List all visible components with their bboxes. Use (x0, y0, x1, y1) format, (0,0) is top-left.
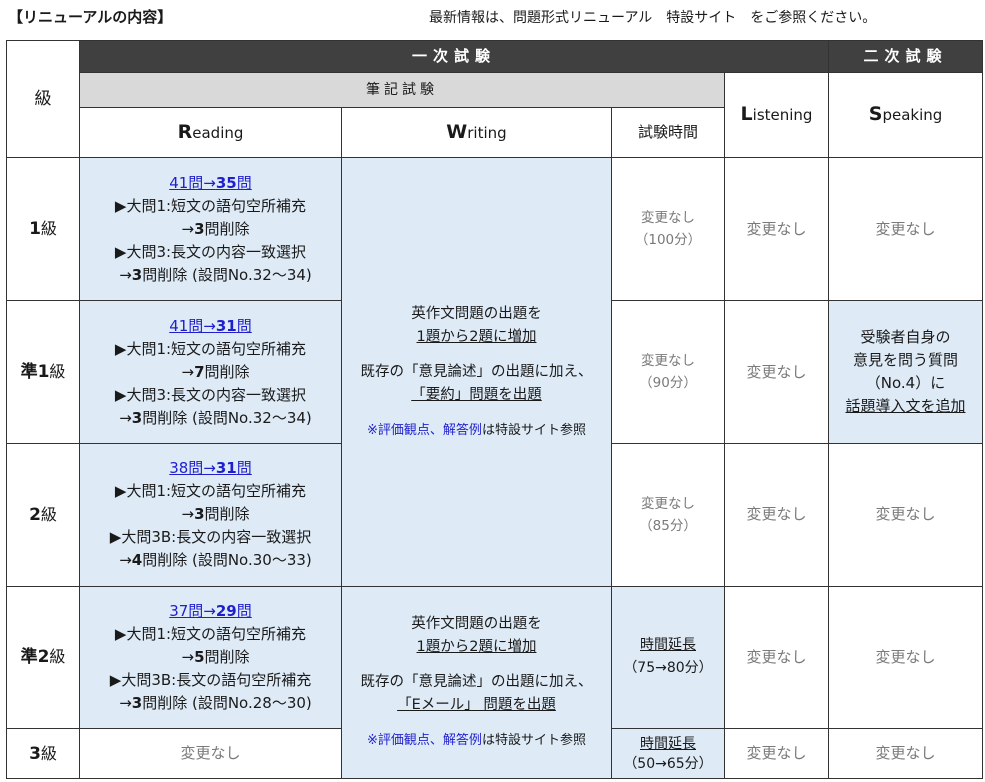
question-count-link[interactable]: 41問→35問 (80, 172, 341, 195)
grade-cell: 準2級 (6, 585, 80, 730)
first-exam-header: 一次試験 (78, 39, 830, 74)
listening-cell: 変更なし (723, 585, 830, 730)
exam-time-cell: 時間延長 （50→65分） (611, 728, 725, 779)
section-title: 【リニューアルの内容】 (8, 8, 173, 26)
writing-header: Writing (341, 106, 612, 159)
header-note: 最新情報は、問題形式リニューアル 特設サイト をご参照ください。 (429, 10, 877, 26)
reading-cell: 41問→35問 ▶大問1:短文の語句空所補充 →3問削除 ▶大問3:長文の内容一… (79, 157, 342, 302)
speaking-cell: 変更なし (828, 442, 984, 587)
page: 【リニューアルの内容】 最新情報は、問題形式リニューアル 特設サイト をご参照く… (0, 0, 985, 782)
exam-time-header: 試験時間 (611, 106, 725, 159)
renewal-table: 級 一次試験 二次試験 筆記試験 Listening Speaking Read… (6, 39, 984, 780)
exam-time-cell: 変更なし （100分） (611, 157, 725, 302)
exam-time-cell: 変更なし （90分） (611, 300, 725, 444)
question-count-link[interactable]: 41問→31問 (80, 315, 341, 338)
table-row: 準2級 37問→29問 ▶大問1:短文の語句空所補充 →5問削除 ▶大問3B:長… (6, 585, 984, 780)
speaking-header: Speaking (828, 72, 984, 159)
header-row-2: 筆記試験 Listening Speaking (7, 72, 984, 159)
writing-cell-upper: 英作文問題の出題を 1題から2題に増加 既存の「意見論述」の出題に加え、 「要約… (341, 157, 612, 587)
written-exam-header: 筆記試験 (79, 72, 725, 108)
exam-time-cell: 変更なし （85分） (611, 442, 725, 587)
table-row: 1級 41問→35問 ▶大問1:短文の語句空所補充 →3問削除 ▶大問3:長文の… (6, 157, 984, 587)
reading-cell: 41問→31問 ▶大問1:短文の語句空所補充 →7問削除 ▶大問3:長文の内容一… (79, 300, 342, 444)
speaking-cell: 変更なし (828, 157, 984, 302)
reading-cell: 37問→29問 ▶大問1:短文の語句空所補充 →5問削除 ▶大問3B:長文の語句… (79, 585, 342, 730)
question-count-link[interactable]: 38問→31問 (80, 457, 341, 480)
listening-header: Listening (723, 72, 830, 159)
reading-cell: 38問→31問 ▶大問1:短文の語句空所補充 →3問削除 ▶大問3B:長文の内容… (79, 442, 342, 587)
grade-cell: 準1級 (6, 300, 80, 444)
speaking-cell: 変更なし (828, 585, 984, 730)
listening-cell: 変更なし (723, 157, 830, 302)
listening-cell: 変更なし (723, 300, 830, 444)
grade-cell: 3級 (6, 728, 80, 779)
listening-cell: 変更なし (723, 442, 830, 587)
grade-cell: 2級 (6, 442, 80, 587)
speaking-cell: 受験者自身の 意見を問う質問 （No.4）に 話題導入文を追加 (828, 300, 984, 444)
exam-time-cell: 時間延長 （75→80分） (611, 585, 725, 730)
question-count-link[interactable]: 37問→29問 (80, 600, 341, 623)
grade-header: 級 (6, 39, 80, 159)
header-row-1: 級 一次試験 二次試験 (6, 39, 984, 159)
grade-cell: 1級 (6, 157, 80, 302)
writing-cell-lower: 英作文問題の出題を 1題から2題に増加 既存の「意見論述」の出題に加え、 「Eメ… (341, 585, 612, 780)
second-exam-header: 二次試験 (828, 39, 984, 74)
speaking-cell: 変更なし (828, 728, 984, 779)
reading-cell: 変更なし (79, 728, 342, 779)
listening-cell: 変更なし (723, 728, 830, 779)
reading-header: Reading (79, 106, 342, 159)
